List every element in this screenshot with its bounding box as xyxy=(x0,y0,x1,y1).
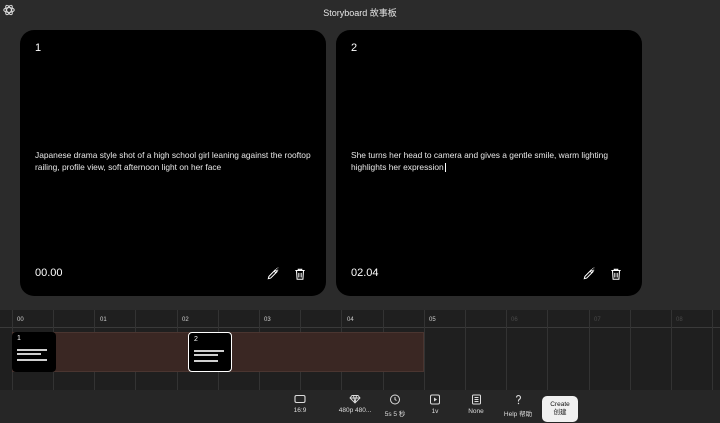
storyboard-card-1[interactable]: 1 Japanese drama style shot of a high sc… xyxy=(20,30,326,296)
tick-03: 03 xyxy=(264,317,271,323)
card-number: 1 xyxy=(35,42,42,54)
clip-number: 1 xyxy=(17,335,21,342)
grid-line xyxy=(671,310,672,390)
tick-01: 01 xyxy=(100,317,107,323)
preset-label: None xyxy=(468,408,484,415)
diamond-icon xyxy=(349,395,361,404)
duration-label: 5s 5 秒 xyxy=(384,411,406,418)
text-line xyxy=(194,360,218,362)
create-label-cn: 创建 xyxy=(553,409,567,416)
preset-button[interactable]: None xyxy=(457,394,495,415)
grid-line xyxy=(465,310,466,390)
aspect-ratio-label: 16:9 xyxy=(293,407,307,414)
timeline-ruler[interactable]: 00 01 02 03 04 05 06 07 08 xyxy=(0,310,720,328)
card-prompt[interactable]: Japanese drama style shot of a high scho… xyxy=(35,149,315,173)
text-line xyxy=(194,350,224,352)
grid-line xyxy=(589,310,590,390)
text-line xyxy=(17,359,47,361)
card-timestamp: 02.04 xyxy=(351,267,379,279)
help-button[interactable]: Help 帮助 xyxy=(499,394,537,418)
aspect-ratio-button[interactable]: 16:9 xyxy=(281,394,319,414)
question-icon xyxy=(515,394,521,405)
play-icon xyxy=(430,394,440,405)
tick-08: 08 xyxy=(676,317,683,323)
grid-line xyxy=(506,310,507,390)
tick-04: 04 xyxy=(347,317,354,323)
timeline-clip-2[interactable]: 2 xyxy=(188,332,232,372)
create-label: Create xyxy=(550,401,570,408)
document-icon xyxy=(471,394,481,405)
duration-button[interactable]: 5s 5 秒 xyxy=(376,394,414,418)
resolution-label: 480p 480... xyxy=(338,407,372,414)
card-prompt-input[interactable]: She turns her head to camera and gives a… xyxy=(351,149,631,173)
clock-icon xyxy=(390,394,400,405)
storyboard-cards: 1 Japanese drama style shot of a high sc… xyxy=(0,0,720,310)
bottom-toolbar: 16:9 480p 480... 5s 5 秒 1v None Help 帮助 xyxy=(0,390,720,423)
storyboard-card-2[interactable]: 2 She turns her head to camera and gives… xyxy=(336,30,642,296)
help-label: Help 帮助 xyxy=(503,411,533,418)
variations-label: 1v xyxy=(431,408,439,415)
edit-icon[interactable] xyxy=(582,267,596,281)
card-number: 2 xyxy=(351,42,358,54)
clip-number: 2 xyxy=(194,336,198,343)
grid-line xyxy=(424,310,425,390)
trash-icon[interactable] xyxy=(293,267,307,281)
grid-line xyxy=(547,310,548,390)
timeline[interactable]: 00 01 02 03 04 05 06 07 08 1 2 xyxy=(0,310,720,390)
edit-icon[interactable] xyxy=(266,267,280,281)
variations-button[interactable]: 1v xyxy=(416,394,454,415)
card-prompt-text: She turns her head to camera and gives a… xyxy=(351,150,608,172)
create-button[interactable]: Create 创建 xyxy=(542,396,578,422)
aspect-ratio-icon xyxy=(294,394,306,404)
text-line xyxy=(17,353,41,355)
grid-line xyxy=(712,310,713,390)
timeline-clip-1[interactable]: 1 xyxy=(12,332,56,372)
tick-07: 07 xyxy=(594,317,601,323)
tick-06: 06 xyxy=(511,317,518,323)
trash-icon[interactable] xyxy=(609,267,623,281)
tick-05: 05 xyxy=(429,317,436,323)
grid-line xyxy=(630,310,631,390)
tick-00: 00 xyxy=(17,317,24,323)
resolution-button[interactable]: 480p 480... xyxy=(336,394,374,414)
tick-02: 02 xyxy=(182,317,189,323)
text-line xyxy=(17,349,47,351)
text-caret xyxy=(444,163,446,173)
text-line xyxy=(194,354,218,356)
card-timestamp: 00.00 xyxy=(35,267,63,279)
